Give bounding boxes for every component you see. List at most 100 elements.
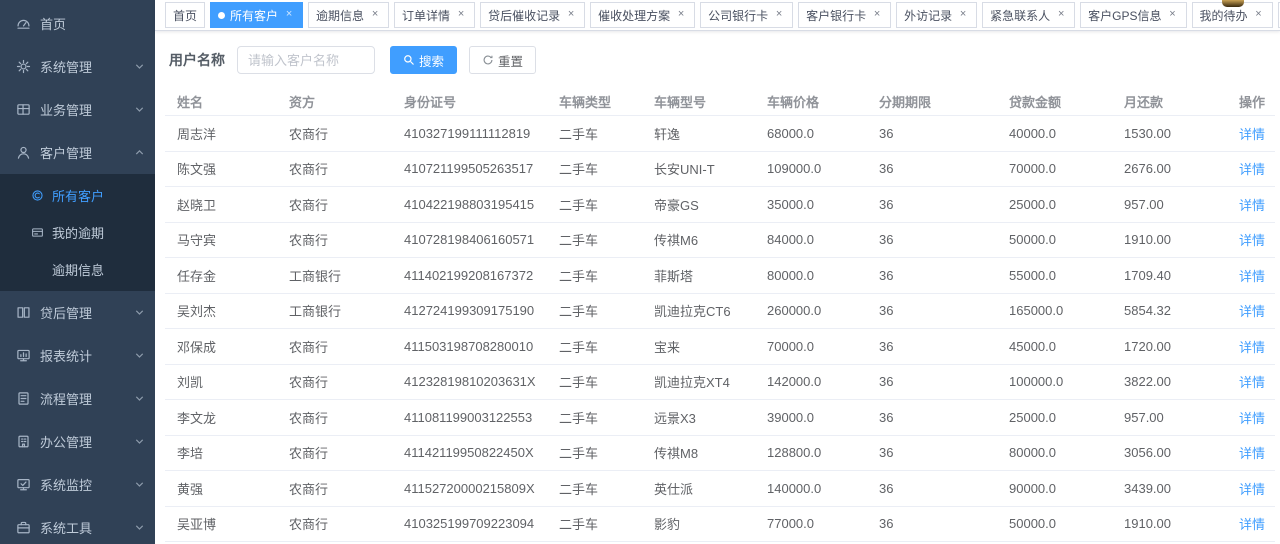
reset-button[interactable]: 重置	[469, 46, 536, 74]
tab-all-customers[interactable]: 所有客户×	[210, 2, 303, 28]
tab-home[interactable]: 首页	[165, 2, 205, 28]
sidebar-item-label: 首页	[40, 14, 66, 33]
sidebar-item-system-mgmt[interactable]: 系统管理	[0, 45, 155, 88]
table-cell: 凯迪拉克XT4	[648, 364, 761, 400]
detail-link[interactable]: 详情	[1239, 233, 1265, 248]
detail-link[interactable]: 详情	[1239, 269, 1265, 284]
sidebar-item-overdue-info[interactable]: 逾期信息	[0, 251, 155, 288]
avatar-fragment[interactable]	[1222, 0, 1244, 7]
table-cell: 1709.40	[1118, 258, 1233, 294]
table-cell: 二手车	[553, 222, 648, 258]
table-cell: 马守宾	[165, 222, 283, 258]
customer-name-input[interactable]	[237, 46, 375, 74]
tabs-bar: 首页所有客户×逾期信息×订单详情×贷后催收记录×催收处理方案×公司银行卡×客户银…	[155, 0, 1280, 31]
document-icon	[16, 391, 31, 406]
sidebar-submenu: 所有客户我的逾期逾期信息	[0, 174, 155, 291]
tab-company-bank-card[interactable]: 公司银行卡×	[700, 2, 793, 28]
action-cell: 详情	[1233, 116, 1275, 152]
table-cell: 1910.00	[1118, 222, 1233, 258]
tab-order-detail[interactable]: 订单详情×	[394, 2, 475, 28]
table-cell: 二手车	[553, 471, 648, 507]
table-row: 邓保成农商行411503198708280010二手车宝来70000.03645…	[165, 329, 1275, 365]
reset-button-label: 重置	[498, 51, 523, 70]
tab-customer-bank-card[interactable]: 客户银行卡×	[798, 2, 891, 28]
table-cell: 长安UNI-T	[648, 151, 761, 187]
close-icon[interactable]: ×	[675, 9, 687, 21]
sidebar-item-label: 系统监控	[40, 475, 92, 494]
sidebar-item-system-tools[interactable]: 系统工具	[0, 506, 155, 544]
action-cell: 详情	[1233, 293, 1275, 329]
table-cell: 410325199709223094	[398, 506, 553, 542]
tab-collection-plan[interactable]: 催收处理方案×	[590, 2, 695, 28]
tab-customer-gps-info[interactable]: 客户GPS信息×	[1080, 2, 1186, 28]
table-header-row: 姓名资方身份证号车辆类型车辆型号车辆价格分期期限贷款金额月还款操作	[165, 87, 1275, 116]
detail-link[interactable]: 详情	[1239, 411, 1265, 426]
sidebar-item-my-overdue[interactable]: 我的逾期	[0, 214, 155, 251]
table-cell: 35000.0	[761, 187, 873, 223]
sidebar-item-label: 报表统计	[40, 346, 92, 365]
close-icon[interactable]: ×	[1253, 9, 1265, 21]
table-cell: 农商行	[283, 151, 398, 187]
detail-link[interactable]: 详情	[1239, 446, 1265, 461]
sidebar-item-customer-mgmt[interactable]: 客户管理	[0, 131, 155, 174]
table-cell: 宝来	[648, 329, 761, 365]
chart-icon	[16, 348, 31, 363]
action-cell: 详情	[1233, 151, 1275, 187]
sidebar-item-label: 系统工具	[40, 518, 92, 537]
sidebar-item-all-customers[interactable]: 所有客户	[0, 177, 155, 214]
table-cell: 70000.0	[761, 329, 873, 365]
close-icon[interactable]: ×	[283, 9, 295, 21]
table-cell: 陈文强	[165, 151, 283, 187]
detail-link[interactable]: 详情	[1239, 304, 1265, 319]
sidebar-subitem-label: 逾期信息	[52, 260, 104, 279]
table-cell: 任存金	[165, 258, 283, 294]
table-cell: 957.00	[1118, 187, 1233, 223]
tab-post-loan-collection-records[interactable]: 贷后催收记录×	[480, 2, 585, 28]
tab-overdue-info[interactable]: 逾期信息×	[308, 2, 389, 28]
table-cell: 黄强	[165, 471, 283, 507]
tab-visit-records[interactable]: 外访记录×	[896, 2, 977, 28]
table-cell: 二手车	[553, 293, 648, 329]
book-icon	[16, 305, 31, 320]
search-button-label: 搜索	[419, 51, 444, 70]
detail-link[interactable]: 详情	[1239, 127, 1265, 142]
table-cell: 36	[873, 364, 1003, 400]
search-label: 用户名称	[169, 50, 225, 70]
detail-link[interactable]: 详情	[1239, 198, 1265, 213]
sidebar-item-post-loan-mgmt[interactable]: 贷后管理	[0, 291, 155, 334]
close-icon[interactable]: ×	[565, 9, 577, 21]
sidebar-item-home[interactable]: 首页	[0, 2, 155, 45]
detail-link[interactable]: 详情	[1239, 162, 1265, 177]
sidebar-item-office-mgmt[interactable]: 办公管理	[0, 420, 155, 463]
tab-emergency-contacts[interactable]: 紧急联系人×	[982, 2, 1075, 28]
action-cell: 详情	[1233, 329, 1275, 365]
sidebar-subitem-label: 所有客户	[52, 186, 104, 205]
close-icon[interactable]: ×	[957, 9, 969, 21]
table-cell: 农商行	[283, 435, 398, 471]
sidebar-item-business-mgmt[interactable]: 业务管理	[0, 88, 155, 131]
close-icon[interactable]: ×	[1055, 9, 1067, 21]
chevron-down-icon	[134, 522, 145, 533]
close-icon[interactable]: ×	[369, 9, 381, 21]
search-button[interactable]: 搜索	[390, 46, 457, 74]
close-icon[interactable]: ×	[773, 9, 785, 21]
detail-link[interactable]: 详情	[1239, 517, 1265, 532]
sidebar-item-process-mgmt[interactable]: 流程管理	[0, 377, 155, 420]
close-icon[interactable]: ×	[455, 9, 467, 21]
action-cell: 详情	[1233, 435, 1275, 471]
detail-link[interactable]: 详情	[1239, 375, 1265, 390]
table-cell: 45000.0	[1003, 329, 1118, 365]
detail-link[interactable]: 详情	[1239, 340, 1265, 355]
action-cell: 详情	[1233, 187, 1275, 223]
table-cell: 50000.0	[1003, 222, 1118, 258]
table-cell: 英仕派	[648, 471, 761, 507]
table-cell: 刘凯	[165, 364, 283, 400]
detail-link[interactable]: 详情	[1239, 482, 1265, 497]
table-cell: 2676.00	[1118, 151, 1233, 187]
sidebar-item-system-monitor[interactable]: 系统监控	[0, 463, 155, 506]
close-icon[interactable]: ×	[1167, 9, 1179, 21]
table-cell: 农商行	[283, 329, 398, 365]
sidebar-item-report-stats[interactable]: 报表统计	[0, 334, 155, 377]
close-icon[interactable]: ×	[871, 9, 883, 21]
content-panel: 用户名称 搜索 重置 姓名资方身份证号车辆类型车辆型号车辆价格分期期	[155, 31, 1280, 544]
